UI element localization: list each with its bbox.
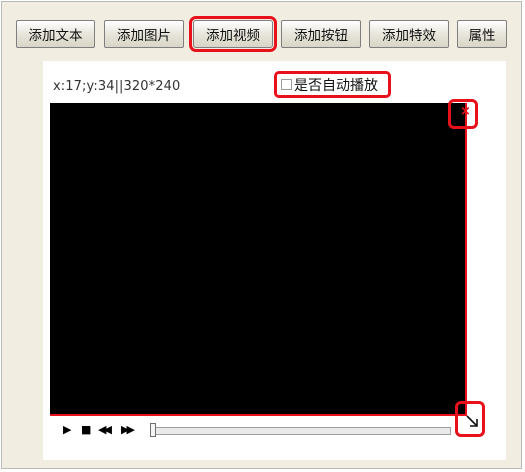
add-image-button[interactable]: 添加图片	[104, 20, 184, 48]
properties-button[interactable]: 属性	[457, 20, 507, 48]
add-video-button[interactable]: 添加视频	[189, 16, 277, 52]
rewind-icon[interactable]: ◀◀	[98, 423, 112, 437]
stop-icon[interactable]: ■	[81, 423, 91, 437]
resize-handle[interactable]	[455, 401, 485, 437]
fast-forward-icon[interactable]: ▶▶	[121, 423, 135, 437]
video-controls: ▶ ■ ◀◀ ▶▶	[43, 419, 506, 443]
close-video-button[interactable]: ×	[448, 99, 478, 129]
add-text-button[interactable]: 添加文本	[16, 20, 95, 48]
video-editor-panel: x:17;y:34||320*240 是否自动播放 × ▶ ■ ◀◀ ▶▶	[43, 61, 506, 460]
add-effect-button[interactable]: 添加特效	[369, 20, 449, 48]
resize-icon	[466, 415, 478, 427]
seek-bar[interactable]	[151, 427, 451, 435]
autoplay-checkbox[interactable]	[281, 79, 292, 90]
autoplay-option[interactable]: 是否自动播放	[274, 71, 391, 98]
autoplay-label: 是否自动播放	[294, 77, 378, 94]
close-icon: ×	[460, 104, 471, 119]
video-player-area[interactable]	[50, 103, 467, 416]
seek-handle[interactable]	[150, 423, 156, 437]
add-button-button[interactable]: 添加按钮	[281, 20, 361, 48]
editor-window: 添加文本 添加图片 添加视频 添加按钮 添加特效 属性 x:17;y:34||3…	[1, 1, 522, 469]
play-icon[interactable]: ▶	[63, 423, 71, 437]
position-size-readout: x:17;y:34||320*240	[53, 79, 181, 94]
